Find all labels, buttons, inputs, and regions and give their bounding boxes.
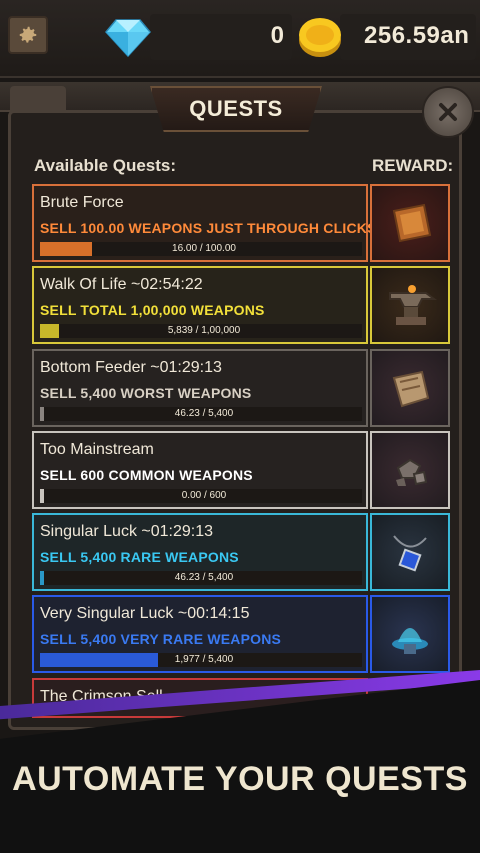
quest-name: Walk Of Life ~02:54:22: [40, 276, 203, 293]
quest-progress-text: 46.23 / 5,400: [174, 572, 234, 583]
close-icon: [439, 103, 457, 121]
available-quests-label: Available Quests:: [34, 156, 177, 175]
quest-progress-text: 5,839 / 1,00,000: [167, 325, 241, 336]
quest-body[interactable]: Brute Force SELL 100.00 WEAPONS JUST THR…: [32, 184, 376, 262]
quest-description: SELL 5,400 RARE WEAPONS: [40, 549, 239, 565]
quest-row[interactable]: Singular Luck ~01:29:13 SELL 5,400 RARE …: [32, 513, 450, 591]
quest-reward[interactable]: [370, 349, 450, 427]
quest-reward[interactable]: [370, 431, 450, 509]
quest-reward[interactable]: [370, 513, 450, 591]
magic-pedestal-icon: [392, 628, 428, 654]
quest-body[interactable]: Very Singular Luck ~00:14:15 SELL 5,400 …: [32, 595, 368, 673]
ore-icon: [396, 458, 428, 486]
quest-name: Brute Force: [40, 194, 124, 211]
quest-progress-text: 16.00 / 100.00: [172, 243, 236, 254]
quest-row[interactable]: Walk Of Life ~02:54:22 SELL TOTAL 1,00,0…: [32, 266, 450, 344]
quest-progress-text: 1,977 / 5,400: [174, 654, 234, 665]
anvil-icon: [389, 285, 437, 325]
resource-bar: 0 256.59an: [0, 0, 480, 78]
quest-name: Singular Luck ~01:29:13: [40, 523, 214, 540]
close-button[interactable]: [422, 86, 474, 138]
quest-row[interactable]: Very Singular Luck ~00:14:15 SELL 5,400 …: [32, 595, 450, 673]
coin-count: 256.59an: [364, 22, 470, 49]
quest-description: SELL TOTAL 1,00,000 WEAPONS: [40, 302, 265, 318]
quest-description: SELL 600 COMMON WEAPONS: [40, 467, 253, 483]
quest-reward[interactable]: [370, 266, 450, 344]
panel-title: QUESTS: [189, 96, 283, 121]
quest-name: Very Singular Luck ~00:14:15: [40, 605, 250, 622]
amulet-icon: [393, 535, 427, 572]
leather-scrap-icon: [392, 203, 432, 243]
quest-description: SELL 5,400 WORST WEAPONS: [40, 385, 252, 401]
gear-icon: [19, 26, 37, 43]
quest-name: Too Mainstream: [40, 441, 154, 458]
quest-row[interactable]: Too Mainstream SELL 600 COMMON WEAPONS 0…: [32, 431, 450, 509]
reward-label: REWARD:: [372, 156, 454, 175]
diamond-icon: [105, 19, 151, 58]
quest-body[interactable]: Singular Luck ~01:29:13 SELL 5,400 RARE …: [32, 513, 368, 591]
quest-progress-text: 0.00 / 600: [181, 490, 227, 501]
quest-body[interactable]: Bottom Feeder ~01:29:13 SELL 5,400 WORST…: [32, 349, 368, 427]
parchment-icon: [392, 370, 430, 408]
quest-reward[interactable]: [370, 184, 450, 262]
coin-icon: [299, 18, 341, 57]
quest-progress-text: 46.23 / 5,400: [174, 408, 234, 419]
quest-body[interactable]: Walk Of Life ~02:54:22 SELL TOTAL 1,00,0…: [32, 266, 368, 344]
quest-description: SELL 100.00 WEAPONS JUST THROUGH CLICKS: [40, 220, 377, 236]
quest-reward[interactable]: [370, 595, 450, 673]
quest-body[interactable]: Too Mainstream SELL 600 COMMON WEAPONS 0…: [32, 431, 368, 509]
settings-button[interactable]: [8, 16, 48, 54]
quest-row[interactable]: Bottom Feeder ~01:29:13 SELL 5,400 WORST…: [32, 349, 450, 427]
quest-name: Bottom Feeder ~01:29:13: [40, 359, 222, 376]
gem-count: 0: [270, 22, 284, 49]
quest-description: SELL 5,400 VERY RARE WEAPONS: [40, 631, 282, 647]
quest-row[interactable]: Brute Force SELL 100.00 WEAPONS JUST THR…: [32, 184, 450, 262]
panel-title-plate: QUESTS: [150, 86, 322, 132]
promo-headline: AUTOMATE YOUR QUESTS: [12, 760, 468, 798]
